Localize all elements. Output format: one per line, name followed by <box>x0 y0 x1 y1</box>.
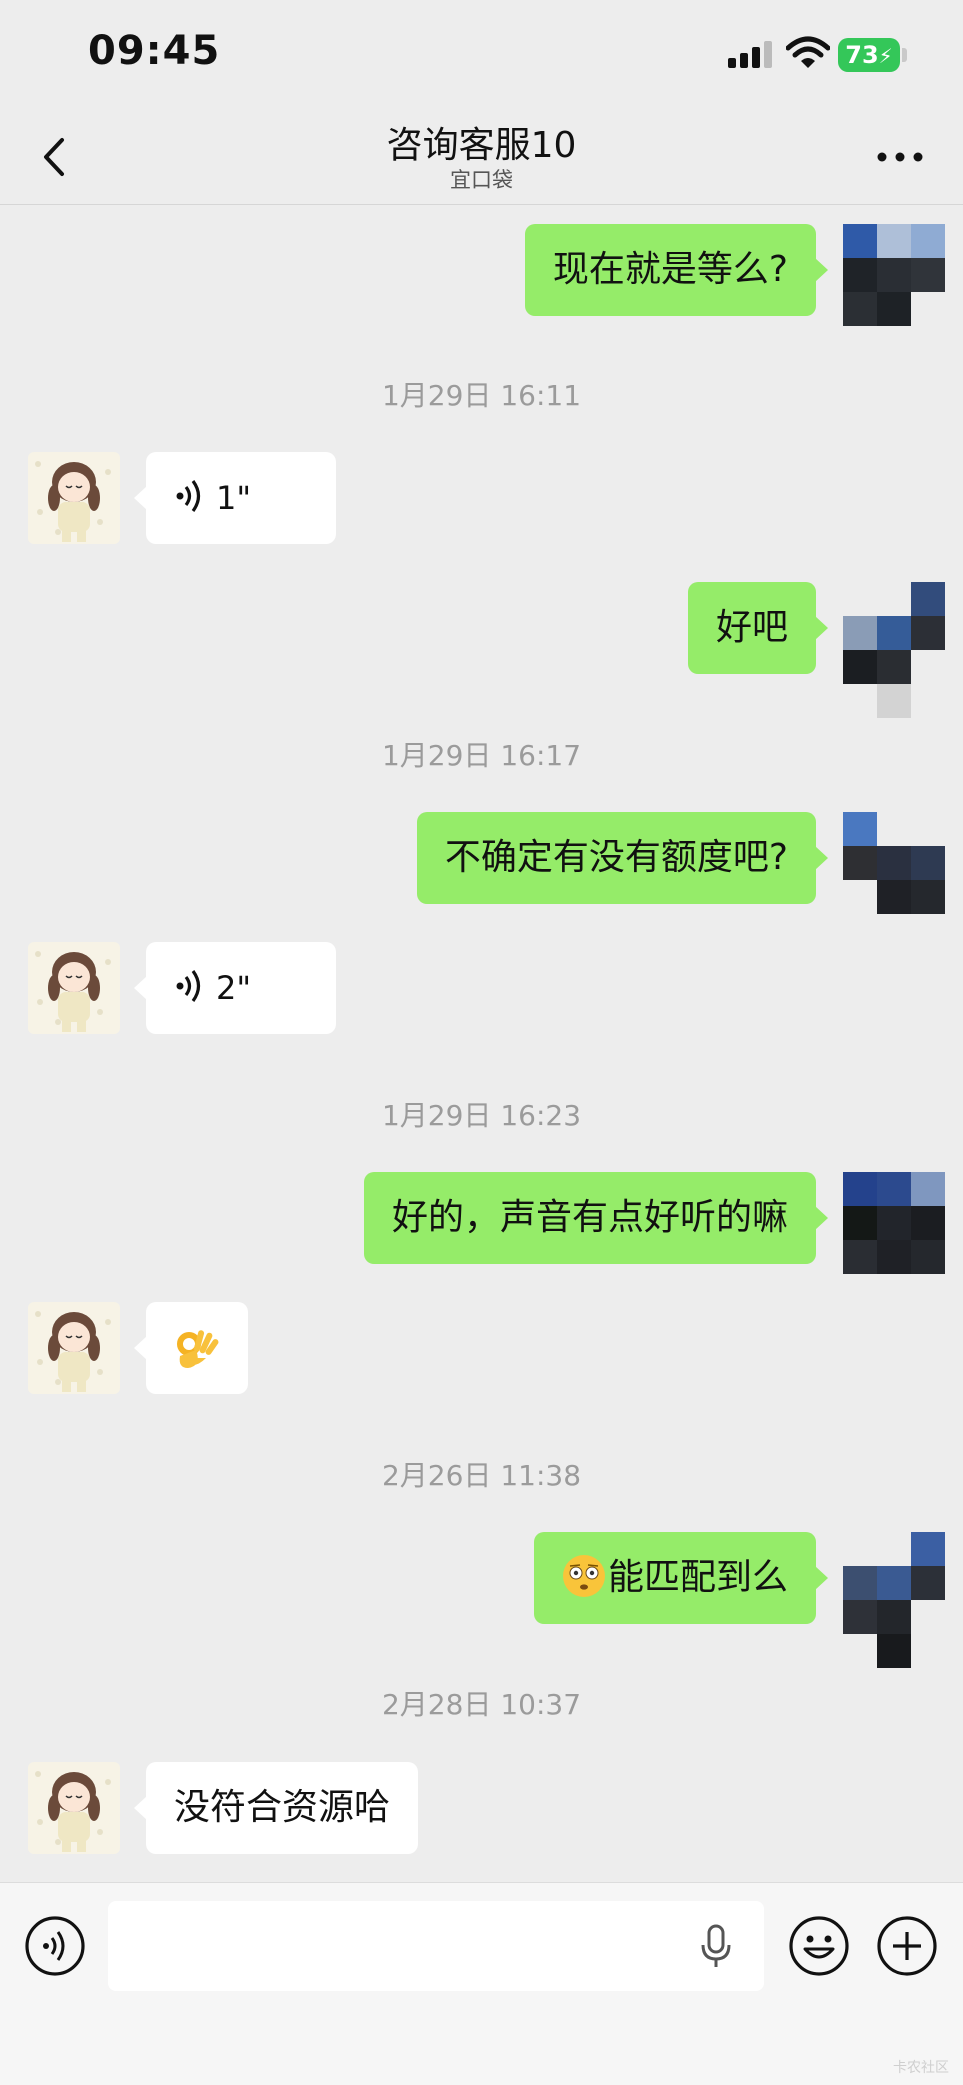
message-timestamp: 2月28日 10:37 <box>381 1688 582 1721</box>
chat-title: 咨询客服10 <box>386 125 577 166</box>
contact-avatar[interactable] <box>28 1762 120 1854</box>
wifi-icon <box>786 36 830 68</box>
status-time: 09:45 <box>88 28 221 74</box>
message-text: 现在就是等么? <box>552 249 788 290</box>
chat-header: 咨询客服10 宜口袋 <box>0 110 963 205</box>
message-timestamp: 1月29日 16:17 <box>381 739 582 772</box>
my-avatar[interactable] <box>843 812 945 914</box>
voice-message-bubble[interactable]: 2" <box>134 942 336 1034</box>
flushed-face-emoji <box>562 1555 605 1597</box>
message-timestamp: 1月29日 16:23 <box>381 1099 582 1132</box>
girl-avatar-icon <box>28 1762 120 1854</box>
chat-input-bar: 卡农社区 <box>0 1882 963 2085</box>
outgoing-message-bubble[interactable]: 现在就是等么? <box>524 224 829 316</box>
my-avatar[interactable] <box>843 582 945 718</box>
contact-avatar[interactable] <box>28 1302 120 1394</box>
voice-duration: 2" <box>216 969 252 1007</box>
my-avatar[interactable] <box>843 1532 945 1668</box>
ok-hand-emoji <box>177 1330 219 1368</box>
cellular-signal-icon <box>728 41 772 68</box>
battery-indicator: 73⚡ <box>838 38 900 72</box>
message-text: 不确定有没有额度吧? <box>444 837 788 878</box>
message-text: 好的，声音有点好听的嘛 <box>391 1197 788 1238</box>
voice-mode-icon[interactable] <box>24 1915 86 1977</box>
contact-avatar[interactable] <box>28 452 120 544</box>
my-avatar[interactable] <box>843 1172 945 1274</box>
outgoing-message-bubble[interactable]: 不确定有没有额度吧? <box>416 812 829 904</box>
message-text: 能匹配到么 <box>607 1557 788 1598</box>
outgoing-message-bubble[interactable]: 好的，声音有点好听的嘛 <box>363 1172 829 1264</box>
battery-nub <box>902 48 907 62</box>
girl-avatar-icon <box>28 942 120 1034</box>
girl-avatar-icon <box>28 452 120 544</box>
message-timestamp: 2月26日 11:38 <box>381 1459 582 1492</box>
more-options-icon[interactable] <box>870 134 930 180</box>
contact-avatar[interactable] <box>28 942 120 1034</box>
incoming-message-bubble[interactable]: 没符合资源哈 <box>133 1762 419 1854</box>
battery-level: 73 <box>845 41 879 69</box>
voice-wave-icon <box>176 970 201 1002</box>
plus-icon[interactable] <box>876 1915 938 1977</box>
charging-icon: ⚡ <box>878 44 893 68</box>
voice-wave-icon <box>176 480 201 512</box>
message-text: 好吧 <box>715 607 788 648</box>
watermark: 卡农社区 <box>893 2060 949 2076</box>
emoji-icon[interactable] <box>788 1915 850 1977</box>
chat-subtitle: 宜口袋 <box>450 168 513 192</box>
girl-avatar-icon <box>28 1302 120 1394</box>
message-text: 没符合资源哈 <box>174 1787 391 1828</box>
status-bar: 09:45 73⚡ <box>0 0 963 110</box>
message-timestamp: 1月29日 16:11 <box>381 379 582 412</box>
emoji-message-bubble[interactable] <box>134 1302 248 1394</box>
microphone-icon[interactable] <box>698 1923 734 1969</box>
voice-duration: 1" <box>216 479 252 517</box>
voice-message-bubble[interactable]: 1" <box>134 452 336 544</box>
outgoing-message-bubble[interactable]: 好吧 <box>687 582 829 674</box>
outgoing-message-bubble[interactable]: 能匹配到么 <box>533 1532 829 1624</box>
my-avatar[interactable] <box>843 224 945 326</box>
message-input[interactable] <box>108 1901 764 1991</box>
